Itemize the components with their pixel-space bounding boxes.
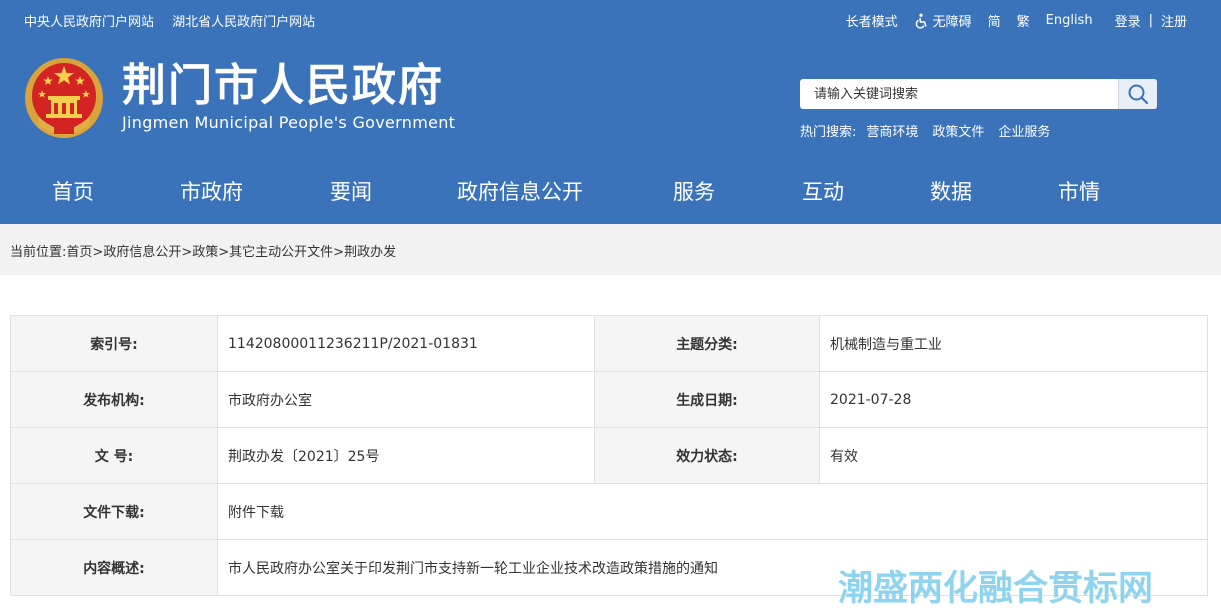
hot-term-policy-docs[interactable]: 政策文件 [932,121,984,140]
link-central-gov[interactable]: 中央人民政府门户网站 [24,15,154,30]
summary-label: 内容概述: [10,539,218,596]
accessibility-link[interactable]: 无障碍 [914,11,972,30]
site-header: 中央人民政府门户网站 湖北省人民政府门户网站 长者模式 无障碍 简 繁 Engl… [0,0,1221,224]
breadcrumb: 当前位置:首页>政府信息公开>政策>其它主动公开文件>荆政办发 [0,224,1221,275]
english-link[interactable]: English [1046,13,1093,28]
search-input[interactable] [800,79,1105,109]
docno-label: 文 号: [10,427,218,484]
hot-search-label: 热门搜索: [800,125,857,140]
nav-city-info[interactable]: 市情 [1058,176,1100,206]
accessibility-label: 无障碍 [932,15,972,30]
nav-news[interactable]: 要闻 [330,176,372,206]
traditional-link[interactable]: 繁 [1017,11,1030,30]
table-row: 文件下载: 附件下载 [10,483,1208,540]
breadcrumb-sep: > [218,245,230,260]
breadcrumb-item-info-disclosure[interactable]: 政府信息公开 [103,245,181,260]
utility-bar: 长者模式 无障碍 简 繁 English 登录 | 注册 [846,11,1187,30]
hot-search: 热门搜索: 营商环境 政策文件 企业服务 [800,121,1050,140]
watermark-text: 潮盛两化融合贯标网 [838,569,1154,609]
nav-home[interactable]: 首页 [52,176,94,206]
search-box [800,79,1157,109]
wheelchair-icon [915,13,927,29]
link-hubei-gov[interactable]: 湖北省人民政府门户网站 [172,15,315,30]
table-row: 索引号: 11420800011236211P/2021-01831 主题分类:… [10,315,1208,372]
breadcrumb-item-other-docs[interactable]: 其它主动公开文件 [229,245,333,260]
nav-city-gov[interactable]: 市政府 [180,176,243,206]
date-value: 2021-07-28 [819,371,1208,428]
search-button[interactable] [1118,79,1157,109]
date-label: 生成日期: [594,371,820,428]
status-value: 有效 [819,427,1208,484]
site-title: 荆门市人民政府 [122,60,444,111]
register-link[interactable]: 注册 [1161,11,1187,30]
elder-mode-link[interactable]: 长者模式 [846,11,898,30]
topic-value: 机械制造与重工业 [819,315,1208,372]
nav-data[interactable]: 数据 [930,176,972,206]
search-icon [1128,84,1149,105]
top-links: 中央人民政府门户网站 湖北省人民政府门户网站 [24,11,329,30]
table-row: 文 号: 荆政办发〔2021〕25号 效力状态: 有效 [10,427,1208,484]
status-label: 效力状态: [594,427,820,484]
publisher-label: 发布机构: [10,371,218,428]
login-link[interactable]: 登录 [1115,11,1141,30]
nav-interaction[interactable]: 互动 [802,176,844,206]
download-link[interactable]: 附件下载 [217,483,1208,540]
index-value: 11420800011236211P/2021-01831 [217,315,595,372]
breadcrumb-sep: > [333,245,345,260]
breadcrumb-sep: > [181,245,193,260]
national-emblem-logo [25,58,103,138]
topic-label: 主题分类: [594,315,820,372]
nav-info-disclosure[interactable]: 政府信息公开 [457,176,583,206]
simplified-link[interactable]: 简 [988,11,1001,30]
nav-services[interactable]: 服务 [673,176,715,206]
publisher-value: 市政府办公室 [217,371,595,428]
download-label: 文件下载: [10,483,218,540]
hot-term-enterprise-service[interactable]: 企业服务 [998,121,1050,140]
breadcrumb-item-jingzheng[interactable]: 荆政办发 [344,245,396,260]
document-info-table: 索引号: 11420800011236211P/2021-01831 主题分类:… [10,315,1208,596]
site-title-en: Jingmen Municipal People's Government [122,113,456,132]
index-label: 索引号: [10,315,218,372]
breadcrumb-item-home[interactable]: 首页 [66,245,92,260]
table-row: 发布机构: 市政府办公室 生成日期: 2021-07-28 [10,371,1208,428]
breadcrumb-sep: > [92,245,104,260]
breadcrumb-item-policy[interactable]: 政策 [192,245,218,260]
login-separator: | [1148,13,1153,28]
hot-term-business-env[interactable]: 营商环境 [866,121,918,140]
breadcrumb-label: 当前位置: [10,245,67,260]
docno-value: 荆政办发〔2021〕25号 [217,427,595,484]
